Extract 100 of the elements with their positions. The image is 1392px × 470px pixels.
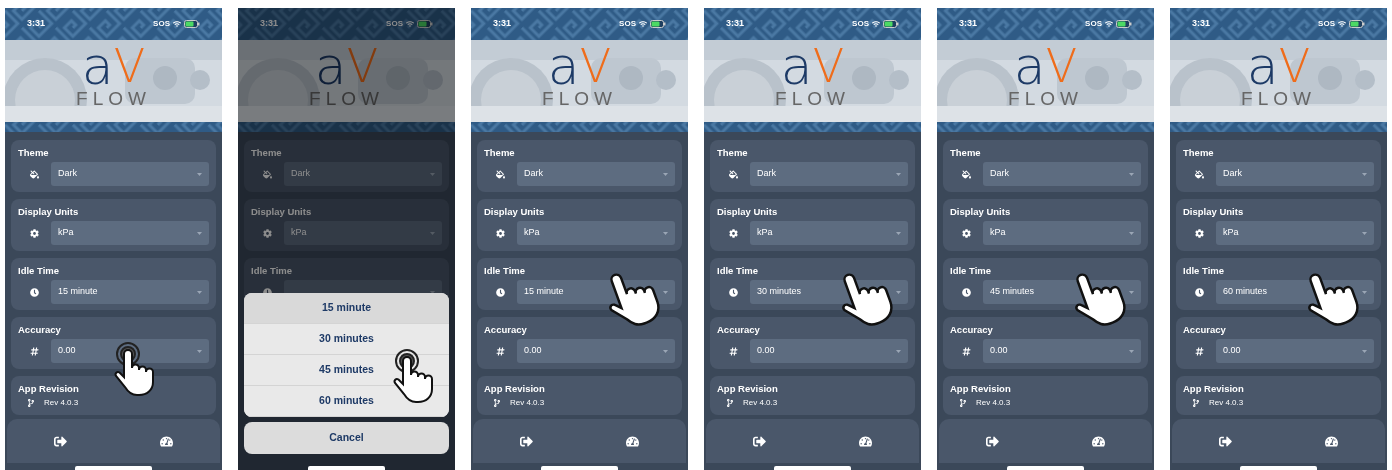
setting-label: Theme bbox=[251, 146, 283, 159]
logo-wordmark: FLOW bbox=[1008, 88, 1083, 110]
sign-out-icon bbox=[985, 434, 999, 448]
wifi-icon bbox=[406, 20, 414, 28]
setting-label: Accuracy bbox=[950, 323, 994, 336]
revision-value: Rev 4.0.3 bbox=[510, 397, 545, 409]
gauge-icon bbox=[859, 434, 873, 448]
select-field[interactable]: Dark bbox=[750, 162, 908, 186]
clock-icon bbox=[729, 287, 738, 297]
carrier-label: SOS bbox=[1318, 18, 1335, 30]
setting-label: Idle Time bbox=[950, 264, 992, 277]
caret-icon bbox=[1362, 172, 1367, 176]
setting-label: Accuracy bbox=[18, 323, 62, 336]
setting-label: Accuracy bbox=[484, 323, 528, 336]
gear-icon bbox=[729, 228, 738, 238]
setting-label: Accuracy bbox=[717, 323, 761, 336]
caret-icon bbox=[1129, 231, 1134, 235]
branch-icon bbox=[493, 399, 501, 407]
logo-wordmark: FLOW bbox=[1241, 88, 1316, 110]
select-field[interactable]: 0.00 bbox=[983, 339, 1141, 363]
setting-label: Display Units bbox=[251, 205, 313, 218]
gauge-icon bbox=[1325, 434, 1339, 448]
revision-value: Rev 4.0.3 bbox=[1209, 397, 1244, 409]
logo-letter: V bbox=[1045, 44, 1078, 88]
caret-icon bbox=[1362, 349, 1367, 353]
logo-letter: a bbox=[1246, 44, 1279, 88]
logo-letter: V bbox=[113, 44, 146, 88]
select-field[interactable]: 0.00 bbox=[51, 339, 209, 363]
caret-icon bbox=[663, 349, 668, 353]
setting-label: Theme bbox=[1183, 146, 1215, 159]
setting-label: Theme bbox=[717, 146, 749, 159]
caret-icon bbox=[663, 231, 668, 235]
setting-label: Display Units bbox=[484, 205, 546, 218]
select-field[interactable]: 0.00 bbox=[517, 339, 675, 363]
hash-icon bbox=[30, 346, 39, 356]
select-field[interactable]: kPa bbox=[750, 221, 908, 245]
caret-icon bbox=[1129, 290, 1134, 294]
branch-icon bbox=[27, 399, 35, 407]
setting-label: App Revision bbox=[717, 382, 779, 395]
select-field[interactable]: kPa bbox=[51, 221, 209, 245]
status-time: 3:31 bbox=[726, 17, 744, 31]
clock-icon bbox=[496, 287, 505, 297]
revision-value: Rev 4.0.3 bbox=[743, 397, 778, 409]
logo-letter: a bbox=[780, 44, 813, 88]
clock-icon bbox=[962, 287, 971, 297]
select-field[interactable]: kPa bbox=[284, 221, 442, 245]
gauge-icon bbox=[160, 434, 174, 448]
revision-value: Rev 4.0.3 bbox=[976, 397, 1011, 409]
caret-icon bbox=[197, 290, 202, 294]
logo-letter: a bbox=[81, 44, 114, 88]
wifi-icon bbox=[872, 20, 880, 28]
setting-label: App Revision bbox=[1183, 382, 1245, 395]
setting-label: Display Units bbox=[717, 205, 779, 218]
status-time: 3:31 bbox=[493, 17, 511, 31]
wifi-icon bbox=[1105, 20, 1113, 28]
logo-wordmark: FLOW bbox=[309, 88, 384, 110]
select-field[interactable]: kPa bbox=[1216, 221, 1374, 245]
setting-label: App Revision bbox=[950, 382, 1012, 395]
gear-icon bbox=[496, 228, 505, 238]
caret-icon bbox=[197, 172, 202, 176]
setting-label: Display Units bbox=[18, 205, 80, 218]
gauge-icon bbox=[1092, 434, 1106, 448]
select-field[interactable]: Dark bbox=[51, 162, 209, 186]
setting-label: Idle Time bbox=[1183, 264, 1225, 277]
gear-icon bbox=[30, 228, 39, 238]
sign-out-icon bbox=[1218, 434, 1232, 448]
gear-icon bbox=[263, 228, 272, 238]
setting-label: Accuracy bbox=[1183, 323, 1227, 336]
select-field[interactable]: Dark bbox=[284, 162, 442, 186]
caret-icon bbox=[197, 231, 202, 235]
select-field[interactable]: Dark bbox=[517, 162, 675, 186]
branch-icon bbox=[1192, 399, 1200, 407]
paint-bucket-icon bbox=[263, 169, 272, 179]
carrier-label: SOS bbox=[852, 18, 869, 30]
setting-label: Idle Time bbox=[484, 264, 526, 277]
select-field[interactable]: 0.00 bbox=[750, 339, 908, 363]
select-field[interactable]: kPa bbox=[517, 221, 675, 245]
setting-label: App Revision bbox=[18, 382, 80, 395]
hash-icon bbox=[729, 346, 738, 356]
select-field[interactable]: 0.00 bbox=[1216, 339, 1374, 363]
caret-icon bbox=[1129, 172, 1134, 176]
select-field[interactable]: kPa bbox=[983, 221, 1141, 245]
logo-letter: a bbox=[1013, 44, 1046, 88]
battery-icon bbox=[1349, 20, 1365, 28]
logo-letter: V bbox=[579, 44, 612, 88]
cancel-button[interactable]: Cancel bbox=[244, 422, 449, 454]
setting-label: Idle Time bbox=[717, 264, 759, 277]
gauge-icon bbox=[626, 434, 640, 448]
caret-icon bbox=[896, 172, 901, 176]
logo-letter: a bbox=[547, 44, 580, 88]
setting-label: Display Units bbox=[1183, 205, 1245, 218]
setting-label: Theme bbox=[18, 146, 50, 159]
status-time: 3:31 bbox=[27, 17, 45, 31]
select-field[interactable]: Dark bbox=[983, 162, 1141, 186]
select-field[interactable]: Dark bbox=[1216, 162, 1374, 186]
wifi-icon bbox=[639, 20, 647, 28]
select-field[interactable]: 15 minute bbox=[51, 280, 209, 304]
logo-letter: a bbox=[314, 44, 347, 88]
sheet-option[interactable]: 15 minute bbox=[244, 293, 449, 324]
caret-icon bbox=[1129, 349, 1134, 353]
